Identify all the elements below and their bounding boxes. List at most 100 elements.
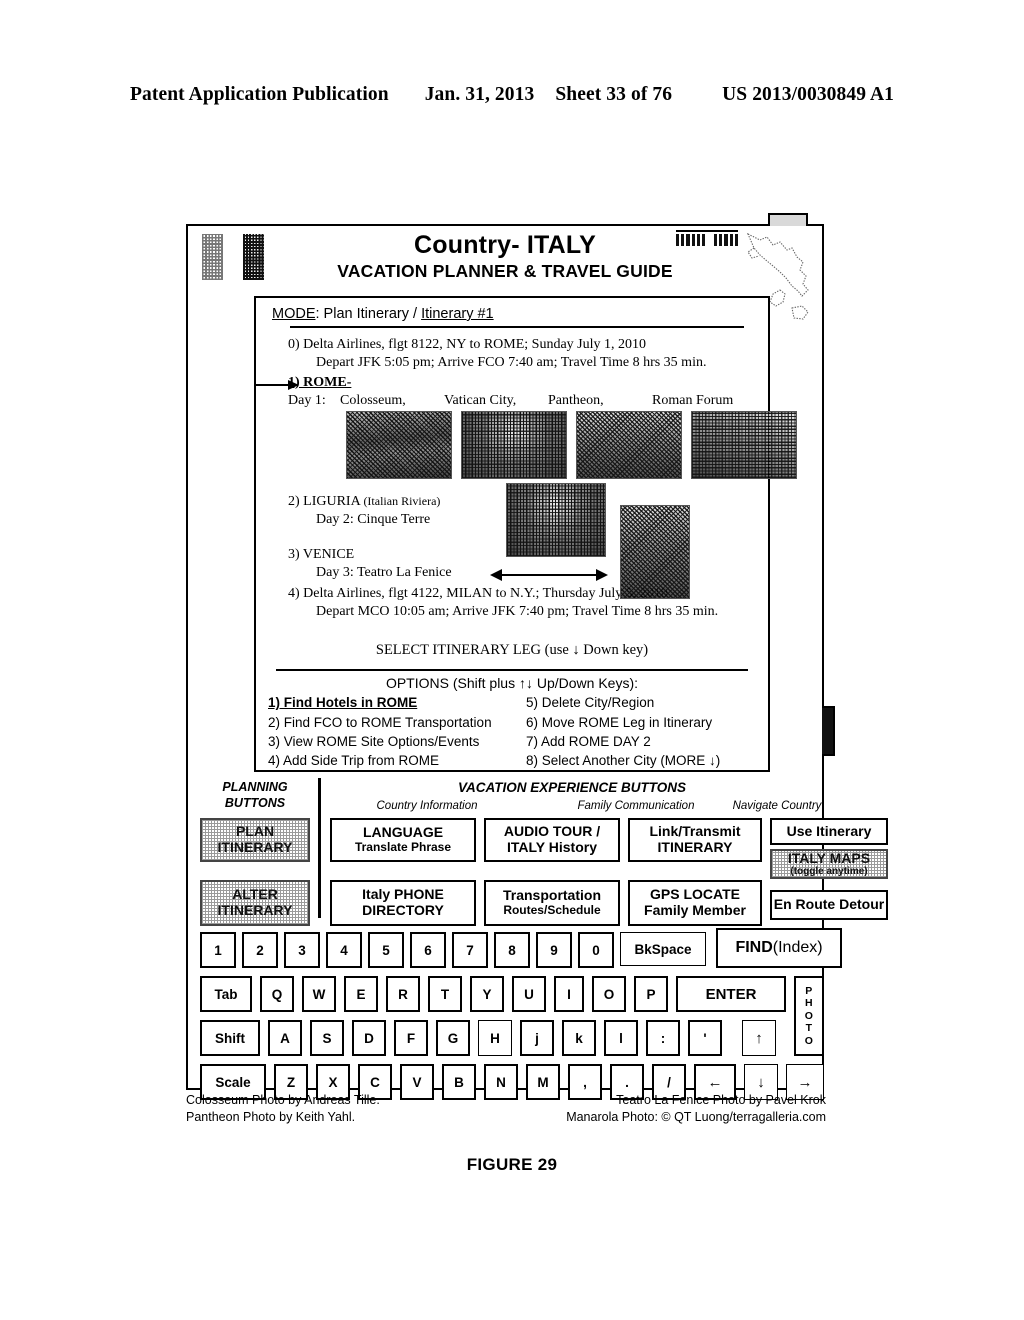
publication-date-sheet: Jan. 31, 2013 Sheet 33 of 76 <box>425 84 688 106</box>
audio-tour-history-button[interactable]: AUDIO TOUR / ITALY History <box>484 818 620 862</box>
deck-header: PLANNING BUTTONS VACATION EXPERIENCE BUT… <box>188 778 822 918</box>
thumbnail-teatro-la-fenice[interactable] <box>620 504 690 599</box>
key-6[interactable]: 6 <box>410 932 446 968</box>
key-backspace[interactable]: BkSpace <box>620 932 706 966</box>
key-shift[interactable]: Shift <box>200 1020 260 1056</box>
site-label-pantheon: Pantheon, <box>548 392 604 408</box>
thumbnail-cinque-terre[interactable] <box>506 482 606 557</box>
key-j[interactable]: j <box>520 1020 554 1056</box>
select-itinerary-leg-hint: SELECT ITINERARY LEG (use ↓ Down key) <box>375 642 649 659</box>
handheld-device: Country- ITALY VACATION PLANNER & TRAVEL… <box>186 213 888 1100</box>
thumbnail-colosseum[interactable] <box>346 410 452 479</box>
key-arrow-up[interactable]: ↑ <box>742 1020 776 1056</box>
key-e[interactable]: E <box>344 976 378 1012</box>
site-label-colosseum: Colosseum, <box>340 392 406 408</box>
key-h[interactable]: H <box>478 1020 512 1056</box>
key-tab[interactable]: Tab <box>200 976 252 1012</box>
key-s[interactable]: S <box>310 1020 344 1056</box>
plan-itinerary-button[interactable]: PLAN ITINERARY <box>200 818 310 862</box>
options-column-left: 1) Find Hotels in ROME 2) Find FCO to RO… <box>268 693 512 770</box>
photo-key[interactable]: PHOTO <box>794 976 824 1056</box>
option-5-delete-city[interactable]: 5) Delete City/Region <box>526 693 756 712</box>
use-itinerary-button[interactable]: Use Itinerary <box>770 818 888 845</box>
side-button[interactable] <box>822 706 835 756</box>
option-8-select-other-city[interactable]: 8) Select Another City (MORE ↓) <box>526 751 756 770</box>
credit-manarola: Manarola Photo: © QT Luong/terragalleria… <box>566 1109 826 1124</box>
key-d[interactable]: D <box>352 1020 386 1056</box>
leg-3-day: Day 3: Teatro La Fenice <box>316 565 452 581</box>
transportation-routes-button[interactable]: Transportation Routes/Schedule <box>484 880 620 926</box>
page-subtitle: VACATION PLANNER & TRAVEL GUIDE <box>337 261 673 281</box>
group-label-navigate-country: Navigate Country <box>732 800 822 812</box>
key-t[interactable]: T <box>428 976 462 1012</box>
key-2[interactable]: 2 <box>242 932 278 968</box>
leg-0-line-2: Depart JFK 5:05 pm; Arrive FCO 7:40 am; … <box>316 354 707 370</box>
mode-value: : Plan Itinerary / <box>315 306 422 322</box>
figure-caption: FIGURE 29 <box>466 1155 558 1174</box>
patent-number: US 2013/0030849 A1 <box>722 84 894 105</box>
language-translate-button[interactable]: LANGUAGE Translate Phrase <box>330 818 476 862</box>
key-colon[interactable]: : <box>646 1020 680 1056</box>
option-4-add-side-trip[interactable]: 4) Add Side Trip from ROME <box>268 751 512 770</box>
credit-colosseum: Colosseum Photo by Andreas Tille. <box>186 1093 380 1107</box>
key-4[interactable]: 4 <box>326 932 362 968</box>
credit-teatro-la-fenice: Teatro La Fenice Photo by Pavel Krok <box>616 1093 826 1107</box>
key-apostrophe[interactable]: ' <box>688 1020 722 1056</box>
option-2-find-transportation[interactable]: 2) Find FCO to ROME Transportation <box>268 713 512 732</box>
key-3[interactable]: 3 <box>284 932 320 968</box>
en-route-detour-button[interactable]: En Route Detour <box>770 890 888 920</box>
leg-2-subtitle: (Italian Riviera) <box>363 493 441 508</box>
key-g[interactable]: G <box>436 1020 470 1056</box>
thumbnail-roman-forum[interactable] <box>691 410 797 479</box>
leg-1-day: Day 1: <box>288 392 326 408</box>
selection-arrow-icon <box>256 379 300 390</box>
key-l[interactable]: l <box>604 1020 638 1056</box>
key-p[interactable]: P <box>634 976 668 1012</box>
key-w[interactable]: W <box>302 976 336 1012</box>
option-1-find-hotels[interactable]: 1) Find Hotels in ROME <box>268 693 512 712</box>
key-k[interactable]: k <box>562 1020 596 1056</box>
button-deck: PLANNING BUTTONS VACATION EXPERIENCE BUT… <box>188 778 888 1114</box>
leg-1-thumbnails <box>268 410 797 481</box>
key-8[interactable]: 8 <box>494 932 530 968</box>
key-i[interactable]: I <box>554 976 584 1012</box>
itinerary-name[interactable]: Itinerary #1 <box>421 306 494 322</box>
key-5[interactable]: 5 <box>368 932 404 968</box>
option-6-move-leg[interactable]: 6) Move ROME Leg in Itinerary <box>526 713 756 732</box>
thumbnail-pantheon[interactable] <box>576 410 682 479</box>
link-transmit-itinerary-button[interactable]: Link/Transmit ITINERARY <box>628 818 762 862</box>
key-9[interactable]: 9 <box>536 932 572 968</box>
key-r[interactable]: R <box>386 976 420 1012</box>
italy-flag-icon <box>202 234 264 280</box>
leg-2-and-3-block: 2) LIGURIA (Italian Riviera) Day 2: Cinq… <box>268 482 756 599</box>
key-f[interactable]: F <box>394 1020 428 1056</box>
site-label-vatican-city: Vatican City, <box>444 392 517 408</box>
key-7[interactable]: 7 <box>452 932 488 968</box>
experience-buttons-label: VACATION EXPERIENCE BUTTONS <box>457 780 687 795</box>
key-q[interactable]: Q <box>260 976 294 1012</box>
key-y[interactable]: Y <box>470 976 504 1012</box>
thumbnail-vatican-city[interactable] <box>461 410 567 479</box>
key-o[interactable]: O <box>592 976 626 1012</box>
key-0[interactable]: 0 <box>578 932 614 968</box>
sheet-number: Sheet 33 of 76 <box>555 84 673 105</box>
credit-pantheon: Pantheon Photo by Keith Yahl. <box>186 1109 356 1124</box>
itinerary-legs: 0) Delta Airlines, flgt 8122, NY to ROME… <box>256 336 797 620</box>
option-3-view-site-options[interactable]: 3) View ROME Site Options/Events <box>268 732 512 751</box>
italy-phone-directory-button[interactable]: Italy PHONE DIRECTORY <box>330 880 476 926</box>
leg-1-row[interactable]: 1) ROME- <box>256 374 756 392</box>
keyboard: 1 2 3 4 5 6 7 8 9 0 BkSpace FIND (Index)… <box>188 928 842 1114</box>
option-7-add-day-2[interactable]: 7) Add ROME DAY 2 <box>526 732 756 751</box>
key-enter[interactable]: ENTER <box>676 976 786 1012</box>
gps-locate-family-button[interactable]: GPS LOCATE Family Member <box>628 880 762 926</box>
key-a[interactable]: A <box>268 1020 302 1056</box>
group-labels: Country Information Family Communication… <box>328 800 822 816</box>
alter-itinerary-button[interactable]: ALTER ITINERARY <box>200 880 310 926</box>
mode-label: MODE <box>272 306 316 322</box>
key-u[interactable]: U <box>512 976 546 1012</box>
find-index-key[interactable]: FIND (Index) <box>716 928 842 968</box>
publication-date: Jan. 31, 2013 <box>424 84 535 105</box>
planning-buttons-label: PLANNING BUTTONS <box>222 780 288 810</box>
key-1[interactable]: 1 <box>200 932 236 968</box>
publication-label: Patent Application Publication <box>129 84 389 105</box>
